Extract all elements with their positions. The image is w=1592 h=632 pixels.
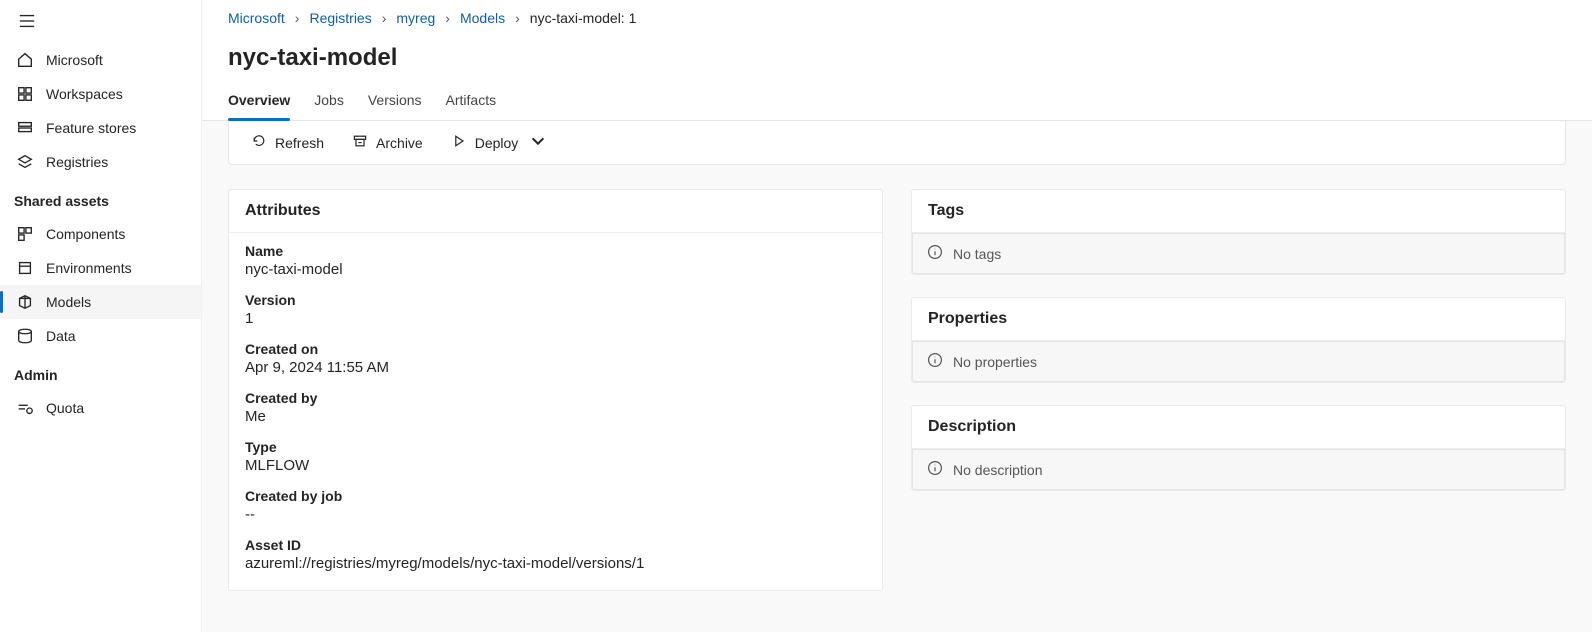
info-icon	[927, 244, 943, 263]
attr-label: Name	[245, 243, 866, 259]
chevron-down-icon	[526, 133, 546, 152]
description-card: Description No description	[911, 405, 1566, 491]
attr-label: Type	[245, 439, 866, 455]
attr-label: Created by job	[245, 488, 866, 504]
attr-value: nyc-taxi-model	[245, 261, 866, 278]
registries-icon	[16, 153, 34, 171]
card-header-tags: Tags	[912, 190, 1565, 233]
nav-label: Workspaces	[46, 86, 123, 102]
deploy-button[interactable]: Deploy	[439, 127, 559, 158]
empty-text: No properties	[953, 354, 1037, 370]
card-header-attributes: Attributes	[229, 190, 882, 233]
data-icon	[16, 327, 34, 345]
attr-created-by: Created by Me	[245, 390, 866, 425]
nav-components[interactable]: Components	[0, 217, 201, 251]
tabs: Overview Jobs Versions Artifacts	[202, 82, 1592, 121]
chevron-right-icon: ›	[295, 10, 300, 26]
chevron-right-icon: ›	[382, 10, 387, 26]
empty-text: No description	[953, 462, 1043, 478]
no-properties-message: No properties	[912, 341, 1565, 382]
tab-overview[interactable]: Overview	[228, 82, 290, 120]
breadcrumb-link-registries[interactable]: Registries	[309, 10, 371, 26]
components-icon	[16, 225, 34, 243]
refresh-button[interactable]: Refresh	[239, 127, 336, 158]
attr-name: Name nyc-taxi-model	[245, 243, 866, 278]
nav-label: Components	[46, 226, 125, 242]
attr-asset-id: Asset ID azureml://registries/myreg/mode…	[245, 537, 866, 572]
nav-microsoft[interactable]: Microsoft	[0, 43, 201, 77]
nav-data[interactable]: Data	[0, 319, 201, 353]
attr-value: --	[245, 506, 866, 523]
card-header-description: Description	[912, 406, 1565, 449]
models-icon	[16, 293, 34, 311]
empty-text: No tags	[953, 246, 1001, 262]
nav-workspaces[interactable]: Workspaces	[0, 77, 201, 111]
chevron-right-icon: ›	[445, 10, 450, 26]
archive-button[interactable]: Archive	[340, 127, 435, 158]
breadcrumb: Microsoft › Registries › myreg › Models …	[202, 0, 1592, 30]
archive-icon	[352, 133, 368, 152]
nav-label: Quota	[46, 400, 84, 416]
feature-stores-icon	[16, 119, 34, 137]
breadcrumb-link-myreg[interactable]: myreg	[396, 10, 435, 26]
attr-label: Version	[245, 292, 866, 308]
button-label: Refresh	[275, 135, 324, 151]
attr-created-on: Created on Apr 9, 2024 11:55 AM	[245, 341, 866, 376]
attr-type: Type MLFLOW	[245, 439, 866, 474]
home-icon	[16, 51, 34, 69]
tab-versions[interactable]: Versions	[368, 82, 422, 120]
info-icon	[927, 352, 943, 371]
info-icon	[927, 460, 943, 479]
attr-created-by-job: Created by job --	[245, 488, 866, 523]
card-header-properties: Properties	[912, 298, 1565, 341]
attr-value: MLFLOW	[245, 457, 866, 474]
main-content: Microsoft › Registries › myreg › Models …	[202, 0, 1592, 632]
button-label: Archive	[376, 135, 423, 151]
nav-registries[interactable]: Registries	[0, 145, 201, 179]
nav-feature-stores[interactable]: Feature stores	[0, 111, 201, 145]
attr-label: Created by	[245, 390, 866, 406]
page-title: nyc-taxi-model	[202, 30, 1592, 82]
nav-quota[interactable]: Quota	[0, 391, 201, 425]
section-admin: Admin	[0, 353, 201, 391]
quota-icon	[16, 399, 34, 417]
attributes-card: Attributes Name nyc-taxi-model Version 1…	[228, 189, 883, 591]
chevron-right-icon: ›	[515, 10, 520, 26]
nav-label: Registries	[46, 154, 108, 170]
breadcrumb-link-microsoft[interactable]: Microsoft	[228, 10, 285, 26]
no-description-message: No description	[912, 449, 1565, 490]
attr-value: azureml://registries/myreg/models/nyc-ta…	[245, 555, 866, 572]
nav-environments[interactable]: Environments	[0, 251, 201, 285]
nav-label: Feature stores	[46, 120, 136, 136]
hamburger-button[interactable]	[0, 4, 201, 43]
properties-card: Properties No properties	[911, 297, 1566, 383]
attr-label: Created on	[245, 341, 866, 357]
environments-icon	[16, 259, 34, 277]
play-icon	[451, 133, 467, 152]
nav-label: Models	[46, 294, 91, 310]
toolbar: Refresh Archive Deploy	[228, 121, 1566, 165]
section-shared-assets: Shared assets	[0, 179, 201, 217]
tab-jobs[interactable]: Jobs	[314, 82, 344, 120]
nav-label: Microsoft	[46, 52, 103, 68]
refresh-icon	[251, 133, 267, 152]
nav-label: Environments	[46, 260, 132, 276]
breadcrumb-current: nyc-taxi-model: 1	[530, 10, 637, 26]
tab-artifacts[interactable]: Artifacts	[446, 82, 497, 120]
nav-models[interactable]: Models	[0, 285, 201, 319]
tags-card: Tags No tags	[911, 189, 1566, 275]
attr-value: 1	[245, 310, 866, 327]
breadcrumb-link-models[interactable]: Models	[460, 10, 505, 26]
attr-value: Apr 9, 2024 11:55 AM	[245, 359, 866, 376]
sidebar: Microsoft Workspaces Feature stores Regi…	[0, 0, 202, 632]
no-tags-message: No tags	[912, 233, 1565, 274]
workspaces-icon	[16, 85, 34, 103]
nav-label: Data	[46, 328, 76, 344]
button-label: Deploy	[475, 135, 519, 151]
attr-label: Asset ID	[245, 537, 866, 553]
attr-version: Version 1	[245, 292, 866, 327]
attr-value: Me	[245, 408, 866, 425]
